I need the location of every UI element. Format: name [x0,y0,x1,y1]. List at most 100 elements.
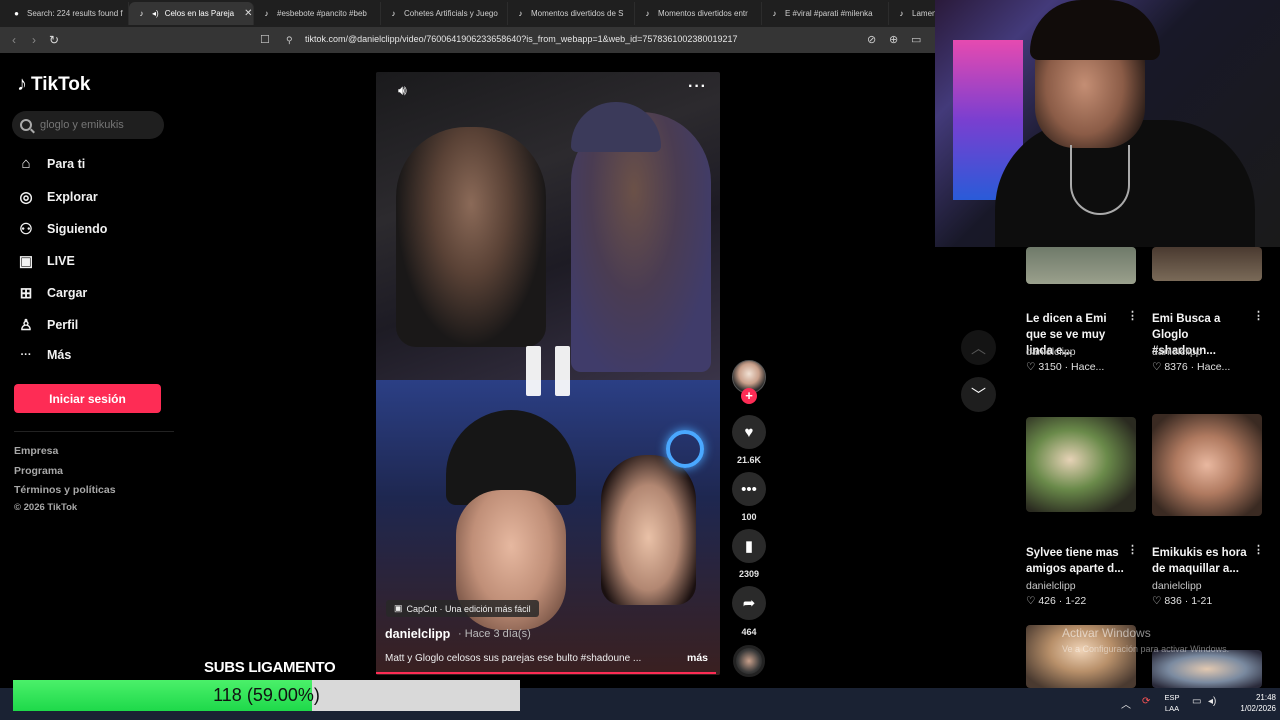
zoom-icon[interactable]: ⊕ [889,33,898,46]
video-options-icon[interactable]: ··· [688,78,707,96]
tiktok-note-icon: ♪ [17,73,27,95]
suggestion-author[interactable]: danielclipp [1152,580,1202,592]
tray-chevron-icon[interactable]: ︿ [1121,696,1131,711]
chevron-up-icon: ︿ [970,340,986,357]
browser-tab[interactable]: ♪ Momentos divertidos de S [508,2,635,25]
previous-video-button[interactable]: ︿ [961,330,996,365]
sync-icon[interactable]: ⟳ [1142,696,1150,707]
video-author[interactable]: danielclipp [385,627,450,641]
suggestion-menu-icon[interactable]: ⋮ [1253,309,1264,322]
tiktok-favicon-icon: ♪ [139,9,144,18]
video-progress[interactable] [376,672,716,674]
search-favicon-icon: ● [14,9,19,18]
browser-tab[interactable]: ● Search: 224 results found f [4,2,129,25]
site-info-icon[interactable]: ⚲ [286,35,293,46]
sidebar-item-label: LIVE [47,254,75,268]
browser-tab[interactable]: ♪ Cohetes Artificials y Juego [381,2,508,25]
tiktok-favicon-icon: ♪ [645,9,650,18]
suggestion-menu-icon[interactable]: ⋮ [1127,543,1138,556]
capcut-badge[interactable]: ▣ CapCut · Una edición más fácil [386,600,539,617]
browser-tab[interactable]: ♪ Lamen [889,2,936,25]
suggestion-author[interactable]: danielclipp [1026,346,1076,358]
capcut-icon: ▣ [394,603,403,613]
suggestion-stats: ♡ 3150 · Hace... [1026,361,1105,373]
suggestion-title[interactable]: Emikukis es hora de maquillar a... [1152,545,1250,577]
suggestion-menu-icon[interactable]: ⋮ [1127,309,1138,322]
search-box[interactable] [12,111,164,139]
tab-label: Momentos divertidos de S [531,9,624,18]
suggestion-author[interactable]: danielclipp [1152,346,1202,358]
volume-tray-icon[interactable]: ◂) [1208,696,1216,707]
subs-goal-title: SUBS LIGAMENTO [204,659,336,676]
mute-icon[interactable]: ⊘ [867,33,876,46]
bookmark-icon[interactable]: ☐ [260,33,270,46]
suggestion-thumbnail[interactable] [1152,247,1262,281]
next-video-button[interactable]: ﹀ [961,377,996,412]
reload-button[interactable]: ↻ [44,33,64,47]
more-button[interactable]: más [687,652,708,664]
suggestion-stats: ♡ 836 · 1-21 [1152,595,1213,607]
cast-icon[interactable]: ▭ [911,33,921,46]
tab-label: Cohetes Artificials y Juego [404,9,498,18]
subs-goal-text: 118 (59.00%) [213,685,320,705]
suggestion-thumbnail[interactable] [1026,417,1136,512]
login-button[interactable]: Iniciar sesión [14,384,161,413]
suggestion-author[interactable]: danielclipp [1026,580,1076,592]
sidebar-item-label: Para ti [47,156,86,171]
sidebar-item-label: Siguiendo [47,222,108,236]
system-clock[interactable]: 21:48 1/02/2026 [1226,692,1276,714]
tab-label: Search: 224 results found f [27,9,123,18]
sidebar-item-perfil[interactable]: ♙ Perfil [18,316,78,334]
windows-activation-watermark: Activar Windows [1062,626,1151,640]
suggestion-date: Hace... [1071,361,1105,373]
back-button[interactable]: ‹ [4,33,24,47]
suggestion-title[interactable]: Sylvee tiene mas amigos aparte d... [1026,545,1124,577]
bookmark-icon: ▮ [744,538,754,555]
sidebar-item-para-ti[interactable]: ⌂ Para ti [18,155,85,172]
sidebar-item-siguiendo[interactable]: ⚇ Siguiendo [18,220,107,238]
webcam-overlay [935,0,1280,247]
search-input[interactable] [40,119,150,131]
music-disc[interactable] [733,645,765,677]
footer-link-terms[interactable]: Términos y políticas [14,484,116,496]
save-button[interactable]: ▮ [732,529,766,563]
video-top-scene [376,72,720,380]
comment-button[interactable]: ••• [732,472,766,506]
browser-tab[interactable]: ♪ Momentos divertidos entr [635,2,762,25]
language-indicator[interactable]: ESP LAA [1160,692,1184,714]
sidebar-item-explorar[interactable]: ◎ Explorar [18,188,98,206]
following-icon: ⚇ [19,221,33,238]
close-tab-icon[interactable]: ✕ [244,8,252,19]
suggestion-thumbnail[interactable] [1152,650,1262,688]
tab-label: E #viral #parati #milenka [785,9,873,18]
like-button[interactable]: ♥ [732,415,766,449]
compass-icon: ◎ [19,189,33,206]
suggestion-thumbnail[interactable] [1152,414,1262,516]
sidebar-item-label: Explorar [47,190,98,204]
suggestion-thumbnail[interactable] [1026,247,1136,284]
forward-button[interactable]: › [24,33,44,47]
tiktok-logo[interactable]: ♪ TikTok [17,73,90,96]
tab-bar: ● Search: 224 results found f ♪ ◂) Celos en… [0,0,935,27]
sidebar-item-cargar[interactable]: ⊞ Cargar [18,284,88,302]
footer-link-empresa[interactable]: Empresa [14,445,58,457]
follow-plus-icon[interactable]: + [741,388,757,404]
video-description: Matt y Gloglo celosos sus parejas ese bu… [385,653,642,664]
browser-tab[interactable]: ♪ #esbebote #pancito #beb [254,2,381,25]
browser-tab[interactable]: ♪ E #viral #parati #milenka [762,2,889,25]
sidebar-item-live[interactable]: ▣ LIVE [18,252,75,270]
suggestion-menu-icon[interactable]: ⋮ [1253,543,1264,556]
heart-icon: ♥ [744,423,754,441]
tab-label: Celos en las Pareja [164,9,235,18]
share-button[interactable]: ➦ [732,586,766,620]
browser-tab-active[interactable]: ♪ ◂) Celos en las Pareja ✕ [129,2,254,25]
suggestion-stats: ♡ 426 · 1-22 [1026,595,1087,607]
sidebar-item-label: Más [47,348,72,362]
url-field[interactable]: tiktok.com/@danielclipp/video/7600641906… [305,34,737,44]
footer-link-programa[interactable]: Programa [14,465,63,477]
display-icon[interactable]: ▭ [1192,696,1201,707]
volume-icon[interactable]: 🔊︎ [398,82,407,99]
tab-label: Lamen [912,9,935,18]
pause-icon[interactable] [526,346,570,396]
sidebar-item-mas[interactable]: ··· Más [18,348,72,362]
